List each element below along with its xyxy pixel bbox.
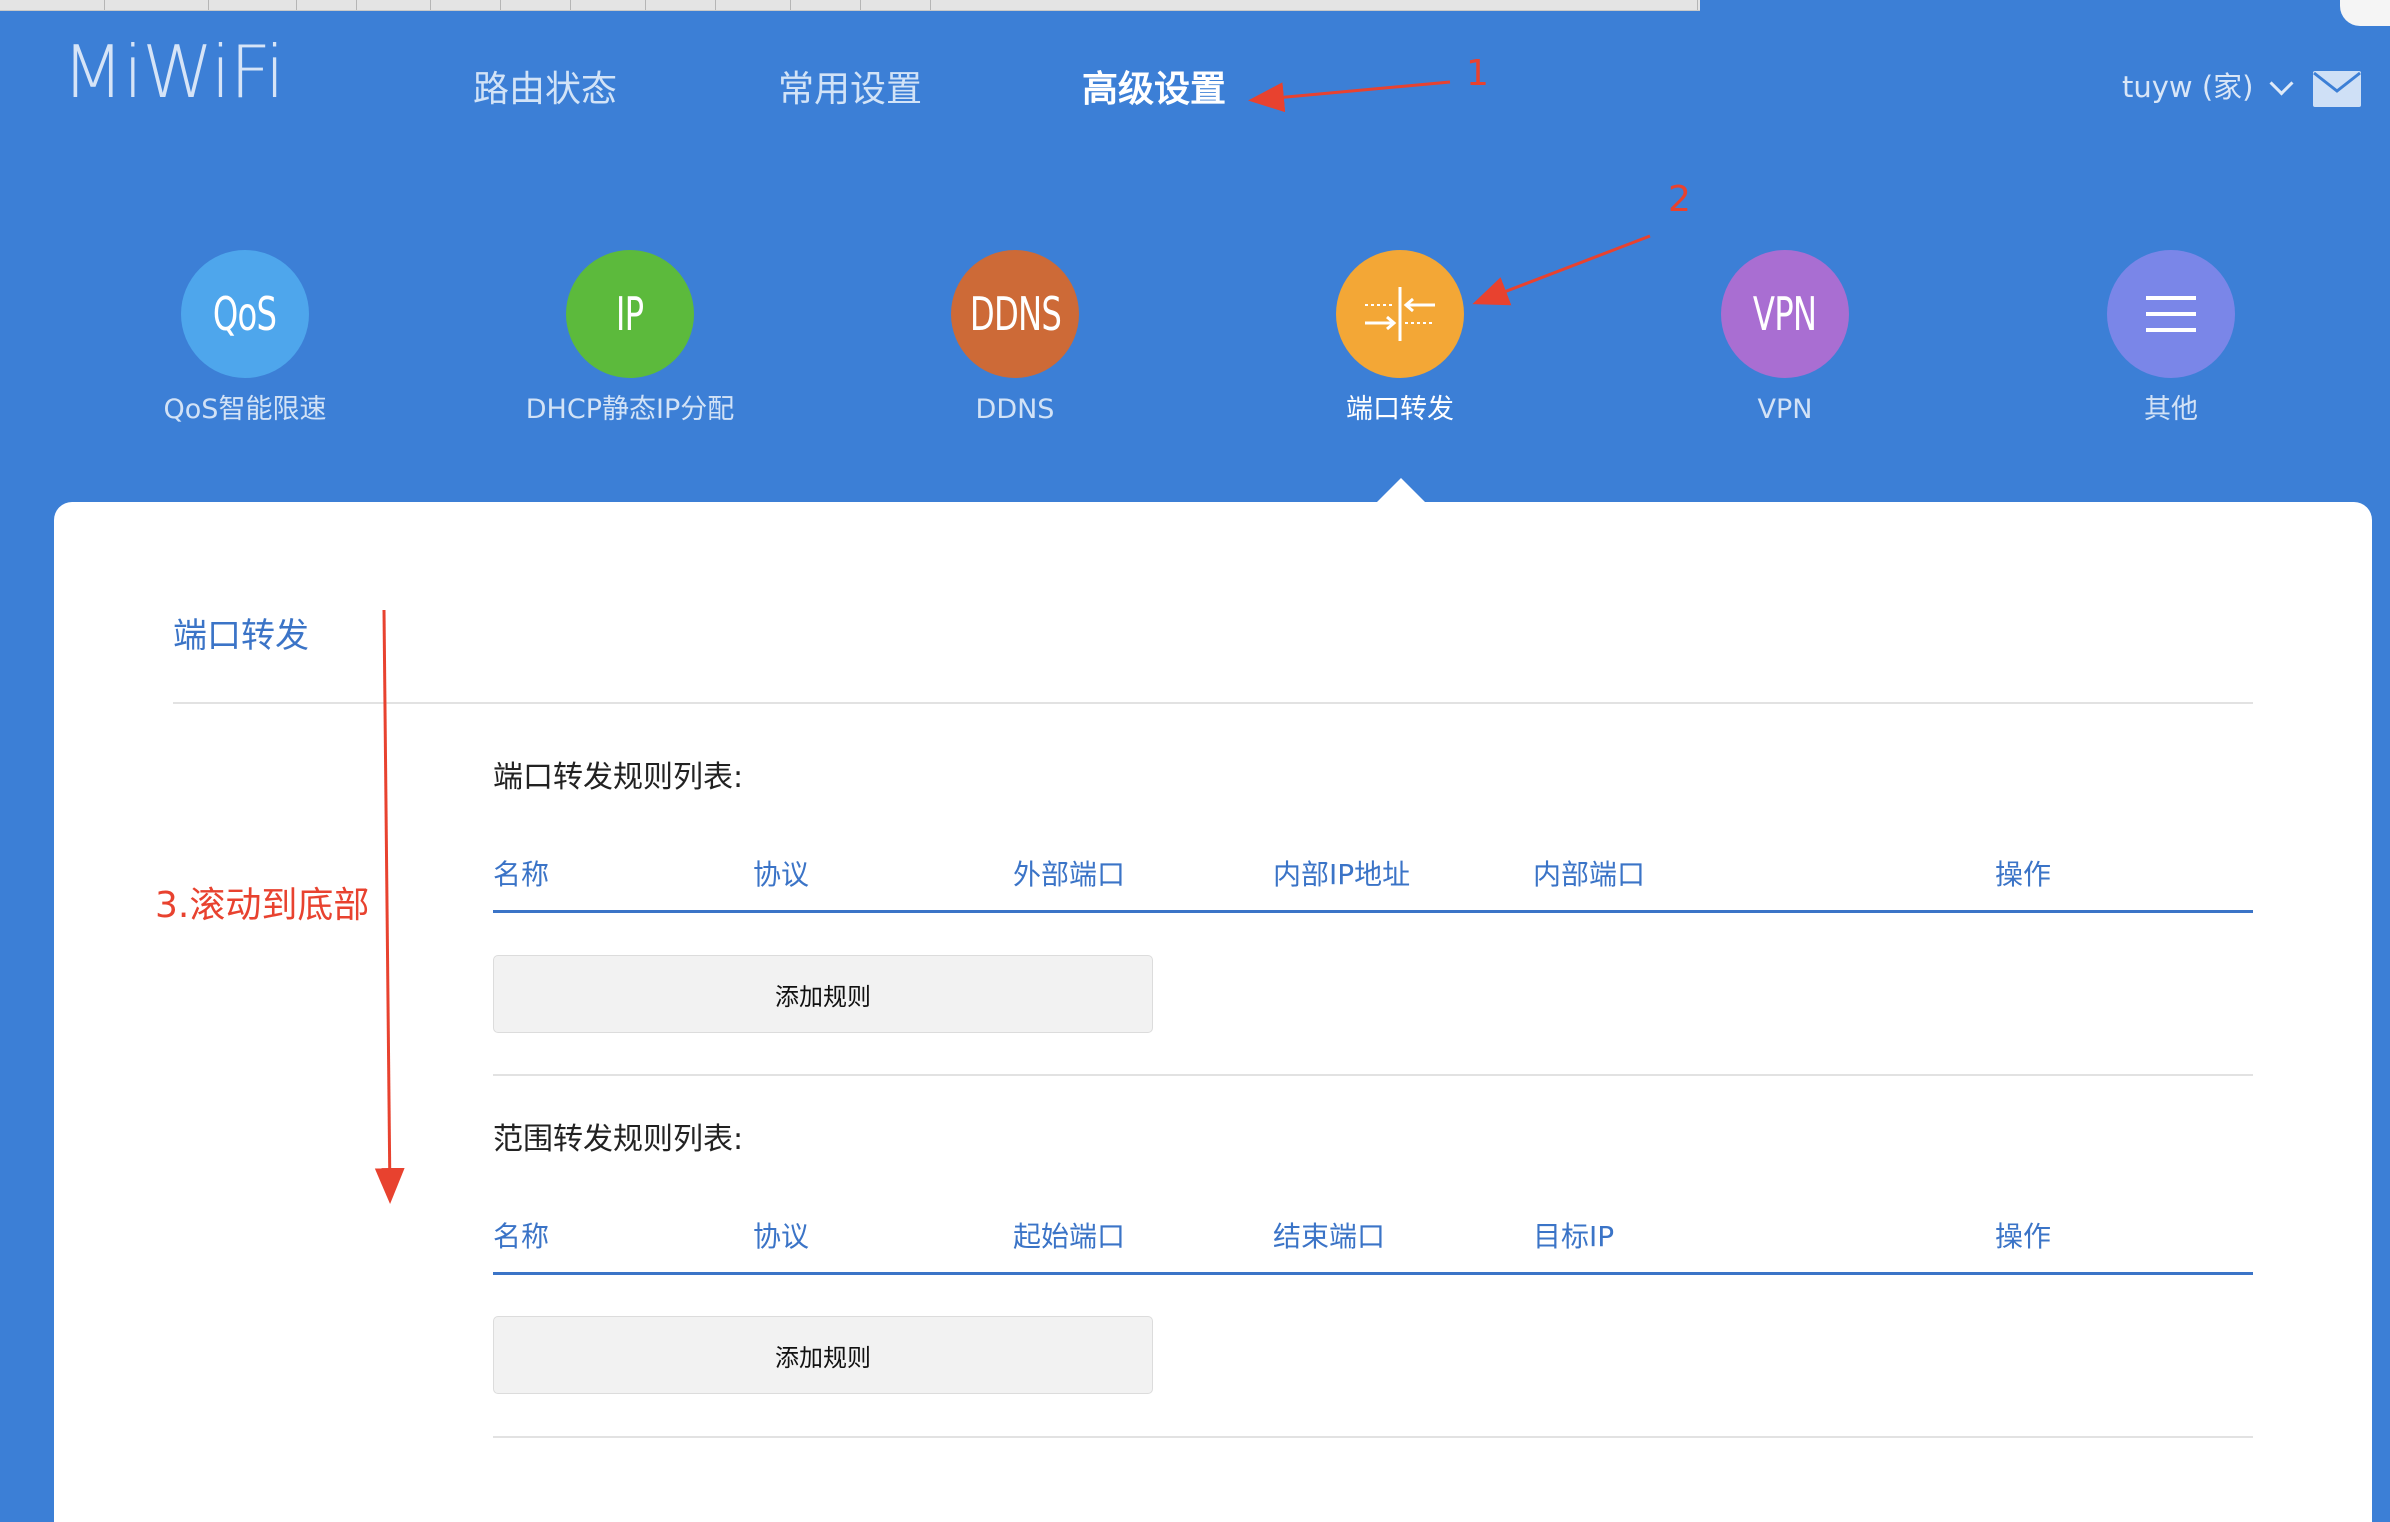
annotation-arrow-1 [1248, 80, 1451, 113]
chevron-down-icon [2269, 70, 2295, 96]
port-col-action: 操作 [1995, 858, 2052, 891]
range-forward-list-title: 范围转发规则列表: [493, 1122, 744, 1157]
port-section-divider [493, 1074, 2253, 1076]
title-divider [173, 702, 2253, 704]
ip-icon: IP [566, 250, 694, 378]
feature-vpn-label: VPN [1757, 394, 1813, 425]
mail-icon[interactable] [2312, 70, 2362, 108]
range-col-action: 操作 [1995, 1220, 2052, 1253]
range-col-target-ip: 目标IP [1533, 1220, 1615, 1253]
feature-vpn[interactable]: VPN VPN [1635, 250, 1935, 428]
annotation-2: 2 [1668, 179, 1691, 220]
browser-toolbar-strip [0, 0, 1700, 11]
feature-other-label: 其他 [2144, 394, 2198, 425]
nav-common-settings[interactable]: 常用设置 [778, 66, 922, 114]
feature-ddns-label: DDNS [975, 394, 1055, 425]
active-tab-pointer [1376, 478, 1426, 503]
range-col-end-port: 结束端口 [1273, 1220, 1386, 1253]
port-col-protocol: 协议 [753, 858, 810, 891]
port-table-header-line [493, 910, 2253, 913]
port-col-external-port: 外部端口 [1013, 858, 1126, 891]
feature-other[interactable]: 其他 [2021, 250, 2321, 428]
range-col-protocol: 协议 [753, 1220, 810, 1253]
add-port-rule-button[interactable]: 添加规则 [493, 955, 1153, 1033]
vpn-icon: VPN [1721, 250, 1849, 378]
port-forward-icon [1336, 250, 1464, 378]
user-menu[interactable]: tuyw (家) [2122, 68, 2295, 106]
feature-ddns[interactable]: DDNS DDNS [865, 250, 1165, 428]
feature-port-forward-label: 端口转发 [1346, 394, 1454, 425]
annotation-1: 1 [1466, 53, 1489, 94]
feature-qos[interactable]: QoS QoS智能限速 [95, 250, 395, 428]
miwifi-logo: MiWiFi [62, 30, 285, 114]
user-name: tuyw (家) [2122, 70, 2254, 104]
range-col-start-port: 起始端口 [1013, 1220, 1126, 1253]
menu-icon [2107, 250, 2235, 378]
port-col-internal-ip: 内部IP地址 [1273, 858, 1411, 891]
feature-port-forward[interactable]: 端口转发 [1250, 250, 1550, 428]
port-col-name: 名称 [493, 858, 550, 891]
page-title: 端口转发 [173, 616, 309, 656]
window-corner [2340, 0, 2390, 26]
feature-dhcp[interactable]: IP DHCP静态IP分配 [480, 250, 780, 428]
add-range-rule-button[interactable]: 添加规则 [493, 1316, 1153, 1394]
qos-icon: QoS [181, 250, 309, 378]
nav-advanced-settings[interactable]: 高级设置 [1082, 66, 1226, 114]
feature-dhcp-label: DHCP静态IP分配 [525, 394, 735, 425]
content-panel [54, 502, 2372, 1522]
range-section-divider [493, 1436, 2253, 1438]
port-col-internal-port: 内部端口 [1533, 858, 1646, 891]
ddns-icon: DDNS [951, 250, 1079, 378]
port-forward-list-title: 端口转发规则列表: [493, 760, 744, 795]
feature-qos-label: QoS智能限速 [163, 394, 327, 425]
nav-router-status[interactable]: 路由状态 [473, 66, 617, 114]
range-table-header-line [493, 1272, 2253, 1275]
range-col-name: 名称 [493, 1220, 550, 1253]
annotation-3: 3.滚动到底部 [155, 885, 370, 926]
